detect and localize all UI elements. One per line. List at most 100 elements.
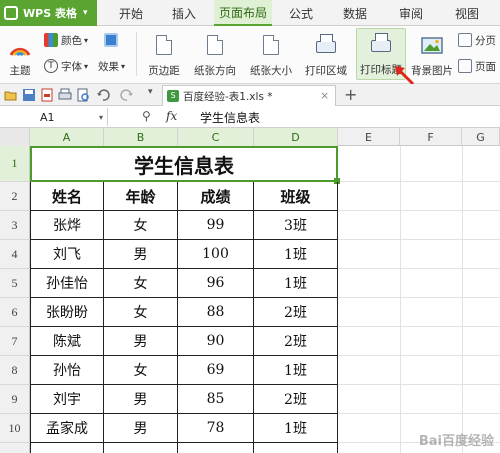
formula-input[interactable]: 学生信息表 [200, 109, 260, 126]
ribbon-divider [136, 32, 137, 76]
table-cell[interactable]: 男 [104, 385, 178, 414]
colors-button[interactable]: 颜色 ▾ [44, 30, 88, 50]
column-header-g[interactable]: G [462, 128, 500, 146]
table-cell[interactable]: 刘飞 [31, 240, 104, 269]
table-cell[interactable]: 陈斌 [31, 327, 104, 356]
table-cell[interactable]: 2班 [254, 327, 338, 356]
redo-icon[interactable] [120, 88, 134, 102]
tab-formulas[interactable]: 公式 [280, 0, 322, 26]
table-cell[interactable]: 女 [104, 211, 178, 240]
tab-insert[interactable]: 插入 [162, 0, 206, 26]
row-header-5[interactable]: 5 [0, 269, 30, 298]
close-tab-icon[interactable]: × [320, 90, 329, 102]
table-cell[interactable]: 1班 [254, 356, 338, 385]
table-cell[interactable]: 张烨 [31, 211, 104, 240]
table-cell[interactable]: 孟家成 [31, 414, 104, 443]
save-icon[interactable] [22, 88, 36, 102]
print-titles-icon [369, 33, 393, 56]
quick-access-dropdown-icon[interactable]: ▾ [148, 87, 153, 97]
table-cell[interactable]: 3班 [254, 211, 338, 240]
square-button[interactable] [104, 30, 121, 50]
row-header-3[interactable]: 3 [0, 211, 30, 240]
table-cell[interactable]: 孙怡 [31, 356, 104, 385]
table-cell[interactable]: 女 [104, 269, 178, 298]
row-header-7[interactable]: 7 [0, 327, 30, 356]
header-cell-age[interactable]: 年龄 [104, 182, 178, 211]
header-cell-class[interactable]: 班级 [254, 182, 338, 211]
column-header-f[interactable]: F [400, 128, 462, 146]
row-header-11[interactable]: 11 [0, 443, 30, 453]
paper-size-button[interactable]: 纸张大小 [246, 28, 296, 80]
print-area-button[interactable]: 打印区域 [300, 28, 352, 80]
column-header-b[interactable]: B [104, 128, 178, 146]
header-cell-name[interactable]: 姓名 [31, 182, 104, 211]
print-preview-icon[interactable] [76, 88, 90, 102]
undo-icon[interactable] [96, 88, 110, 102]
table-cell[interactable]: 100 [178, 240, 254, 269]
column-header-e[interactable]: E [338, 128, 400, 146]
insert-function-icon[interactable]: fx [166, 109, 177, 123]
orientation-button[interactable]: 纸张方向 [190, 28, 240, 80]
background-label: 背景图片 [411, 65, 453, 77]
menu-bar: WPS 表格 ▾ 开始 插入 页面布局 公式 数据 审阅 视图 [0, 0, 500, 26]
table-cell[interactable]: 1班 [254, 240, 338, 269]
table-cell[interactable]: 85 [178, 385, 254, 414]
document-tab[interactable]: S 百度经验-表1.xls * × [162, 85, 336, 106]
table-cell[interactable]: 女 [104, 298, 178, 327]
tab-review[interactable]: 审阅 [390, 0, 432, 26]
row-header-2[interactable]: 2 [0, 182, 30, 211]
table-cell[interactable]: 2班 [254, 385, 338, 414]
export-pdf-icon[interactable] [40, 88, 54, 102]
row-header-4[interactable]: 4 [0, 240, 30, 269]
row-header-8[interactable]: 8 [0, 356, 30, 385]
row-header-1[interactable]: 1 [0, 146, 30, 182]
table-cell[interactable]: 2班 [254, 298, 338, 327]
column-header-c[interactable]: C [178, 128, 254, 146]
table-cell[interactable]: 96 [178, 269, 254, 298]
table-cell[interactable]: 88 [178, 298, 254, 327]
table-cell[interactable]: 刘宇 [31, 385, 104, 414]
header-cell-score[interactable]: 成绩 [178, 182, 254, 211]
page-break-button[interactable]: 分页 [458, 30, 496, 50]
effects-button[interactable]: 效果 ▾ [98, 56, 125, 76]
table-cell[interactable]: 1班 [254, 269, 338, 298]
app-name: WPS 表格 [23, 7, 77, 20]
table-cell-partial[interactable] [178, 443, 254, 453]
table-cell[interactable]: 孙佳怡 [31, 269, 104, 298]
row-header-10[interactable]: 10 [0, 414, 30, 443]
column-header-a[interactable]: A [30, 128, 104, 146]
table-cell[interactable]: 90 [178, 327, 254, 356]
table-cell[interactable]: 男 [104, 240, 178, 269]
table-cell-partial[interactable] [104, 443, 178, 453]
table-cell[interactable]: 69 [178, 356, 254, 385]
table-cell[interactable]: 男 [104, 414, 178, 443]
tab-page-layout[interactable]: 页面布局 [214, 0, 272, 26]
app-menu-button[interactable]: WPS 表格 ▾ [0, 0, 97, 26]
open-folder-icon[interactable] [4, 88, 18, 102]
row-header-6[interactable]: 6 [0, 298, 30, 327]
tab-home[interactable]: 开始 [108, 0, 154, 26]
row-header-9[interactable]: 9 [0, 385, 30, 414]
orientation-label: 纸张方向 [194, 65, 236, 77]
table-cell[interactable]: 99 [178, 211, 254, 240]
table-cell[interactable]: 张盼盼 [31, 298, 104, 327]
sheet-title-cell[interactable]: 学生信息表 [30, 146, 340, 184]
table-cell[interactable]: 78 [178, 414, 254, 443]
table-cell-partial[interactable] [254, 443, 338, 453]
table-cell[interactable]: 男 [104, 327, 178, 356]
fonts-button[interactable]: T 字体 ▾ [44, 56, 88, 76]
theme-button[interactable]: 主题 [2, 28, 38, 80]
name-box[interactable]: A1 ▾ [0, 108, 108, 126]
select-all-corner[interactable] [0, 128, 30, 146]
zoom-search-icon[interactable]: ⚲ [142, 109, 151, 123]
tab-view[interactable]: 视图 [446, 0, 488, 26]
print-icon[interactable] [58, 88, 72, 102]
table-cell-partial[interactable] [31, 443, 104, 453]
margins-button[interactable]: 页边距 [144, 28, 184, 80]
column-header-d[interactable]: D [254, 128, 338, 146]
tab-data[interactable]: 数据 [334, 0, 376, 26]
new-tab-plus-icon[interactable]: + [344, 85, 357, 104]
page-setup-button[interactable]: 页面 [458, 56, 496, 76]
table-cell[interactable]: 1班 [254, 414, 338, 443]
table-cell[interactable]: 女 [104, 356, 178, 385]
